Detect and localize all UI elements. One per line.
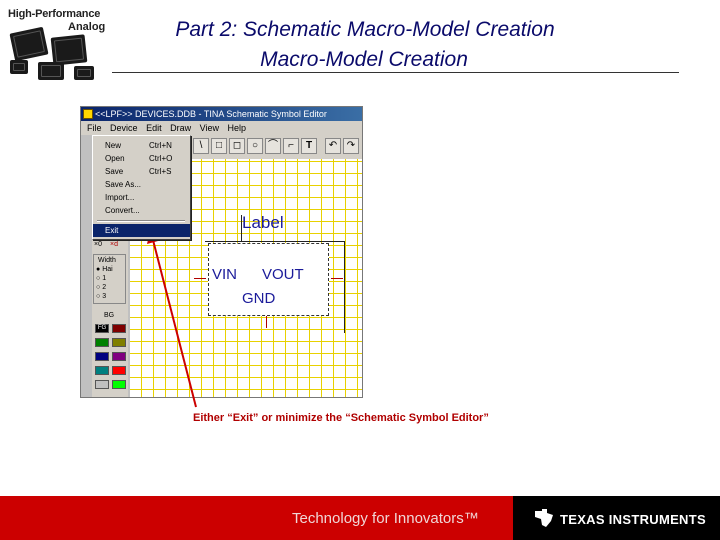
file-dropdown-menu: New Ctrl+N Open Ctrl+O Save Ctrl+S Save As.… bbox=[92, 135, 191, 240]
menu-item-convert[interactable]: Convert... bbox=[93, 204, 190, 217]
ellipse-tool-icon[interactable]: ○ bbox=[247, 138, 263, 154]
menu-item-save-as-label: Save As... bbox=[105, 180, 142, 189]
menu-device[interactable]: Device bbox=[110, 121, 138, 135]
zoom-in-button[interactable]: ×0 bbox=[94, 241, 102, 248]
color-swatch[interactable] bbox=[112, 380, 126, 389]
zoom-out-button[interactable]: ×d bbox=[110, 241, 118, 248]
slide-title-line1: Part 2: Schematic Macro-Model Creation bbox=[175, 18, 555, 41]
menu-item-import-label: Import... bbox=[105, 193, 135, 202]
arc-tool-icon[interactable]: ⌒ bbox=[265, 138, 281, 154]
width-group-label: Width bbox=[98, 257, 116, 264]
selection-top-line bbox=[205, 241, 345, 242]
menu-item-new[interactable]: New Ctrl+N bbox=[93, 139, 190, 152]
fg-color-swatch[interactable]: FG bbox=[95, 324, 109, 333]
color-swatch[interactable] bbox=[95, 352, 109, 361]
tool-panel: ×0 ×d Width ● Hai ○ 1 ○ 2 ○ 3 BG FG bbox=[92, 238, 128, 397]
menu-separator bbox=[97, 220, 185, 222]
width-option-hai[interactable]: ● Hai bbox=[96, 266, 113, 273]
width-option-3-label: 3 bbox=[102, 293, 107, 300]
pin-gnd-label: GND bbox=[242, 290, 276, 307]
redo-icon[interactable]: ↷ bbox=[343, 138, 359, 154]
line-tool-icon[interactable]: \ bbox=[193, 138, 209, 154]
pin-vin[interactable] bbox=[194, 278, 206, 279]
undo-icon[interactable]: ↶ bbox=[325, 138, 341, 154]
menu-item-open[interactable]: Open Ctrl+O bbox=[93, 152, 190, 165]
fill-label: BG bbox=[104, 312, 115, 319]
color-swatch[interactable] bbox=[112, 324, 126, 333]
menu-item-convert-label: Convert... bbox=[105, 206, 140, 215]
menu-item-import[interactable]: Import... bbox=[93, 191, 190, 204]
slide-caption: Either “Exit” or minimize the “Schematic… bbox=[193, 412, 489, 424]
menu-draw[interactable]: Draw bbox=[170, 121, 191, 135]
slide-title-line2: Macro-Model Creation bbox=[260, 48, 468, 71]
window-title: <<LPF>> DEVICES.DDB - TINA Schematic Sym… bbox=[95, 109, 327, 119]
color-swatch[interactable] bbox=[95, 338, 109, 347]
menu-bar: File Device Edit Draw View Help bbox=[81, 121, 362, 135]
menu-item-save-as[interactable]: Save As... bbox=[93, 178, 190, 191]
width-option-1[interactable]: ○ 1 bbox=[96, 275, 106, 282]
menu-edit[interactable]: Edit bbox=[146, 121, 162, 135]
width-option-3[interactable]: ○ 3 bbox=[96, 293, 106, 300]
menu-item-open-shortcut: Ctrl+O bbox=[149, 154, 173, 163]
menu-item-exit-label: Exit bbox=[105, 226, 119, 235]
rectangle-tool-icon[interactable]: □ bbox=[211, 138, 227, 154]
menu-item-open-label: Open bbox=[105, 154, 125, 163]
menu-item-save-label: Save bbox=[105, 167, 124, 176]
polyline-tool-icon[interactable]: ⌐ bbox=[283, 138, 299, 154]
pin-vout[interactable] bbox=[331, 278, 343, 279]
color-swatch[interactable] bbox=[95, 366, 109, 375]
symbol-label-text[interactable]: Label bbox=[242, 213, 284, 233]
selection-right-line bbox=[344, 241, 345, 333]
color-swatch[interactable] bbox=[112, 338, 126, 347]
width-option-hai-label: Hai bbox=[102, 266, 113, 273]
color-swatch[interactable] bbox=[95, 380, 109, 389]
text-tool-icon[interactable]: T bbox=[301, 138, 317, 154]
app-icon bbox=[83, 109, 93, 119]
color-swatch[interactable] bbox=[112, 366, 126, 375]
ti-logo-icon bbox=[535, 509, 553, 527]
width-option-2[interactable]: ○ 2 bbox=[96, 284, 106, 291]
pin-vin-label: VIN bbox=[212, 266, 238, 283]
pin-vout-label: VOUT bbox=[262, 266, 304, 283]
width-group: Width ● Hai ○ 1 ○ 2 ○ 3 bbox=[93, 254, 126, 304]
window-titlebar[interactable]: <<LPF>> DEVICES.DDB - TINA Schematic Sym… bbox=[81, 107, 362, 121]
menu-item-exit[interactable]: Exit bbox=[93, 224, 190, 237]
menu-item-new-shortcut: Ctrl+N bbox=[149, 141, 172, 150]
rounded-rect-tool-icon[interactable]: ◻ bbox=[229, 138, 245, 154]
menu-file[interactable]: File bbox=[87, 121, 102, 135]
menu-view[interactable]: View bbox=[200, 121, 219, 135]
menu-item-save[interactable]: Save Ctrl+S bbox=[93, 165, 190, 178]
width-option-1-label: 1 bbox=[102, 275, 107, 282]
drawing-toolbar: \ □ ◻ ○ ⌒ ⌐ T ↶ ↷ bbox=[191, 135, 362, 160]
symbol-editor-screenshot: <<LPF>> DEVICES.DDB - TINA Schematic Sym… bbox=[80, 106, 363, 398]
menu-item-new-label: New bbox=[105, 141, 122, 150]
menu-item-save-shortcut: Ctrl+S bbox=[149, 167, 172, 176]
menu-help[interactable]: Help bbox=[228, 121, 247, 135]
title-divider bbox=[112, 72, 679, 73]
color-swatch[interactable] bbox=[112, 352, 126, 361]
pin-gnd[interactable] bbox=[266, 316, 267, 328]
width-option-2-label: 2 bbox=[102, 284, 107, 291]
footer-tagline: Technology for Innovators™ bbox=[292, 510, 479, 527]
footer-company-name: TEXAS INSTRUMENTS bbox=[560, 512, 706, 527]
